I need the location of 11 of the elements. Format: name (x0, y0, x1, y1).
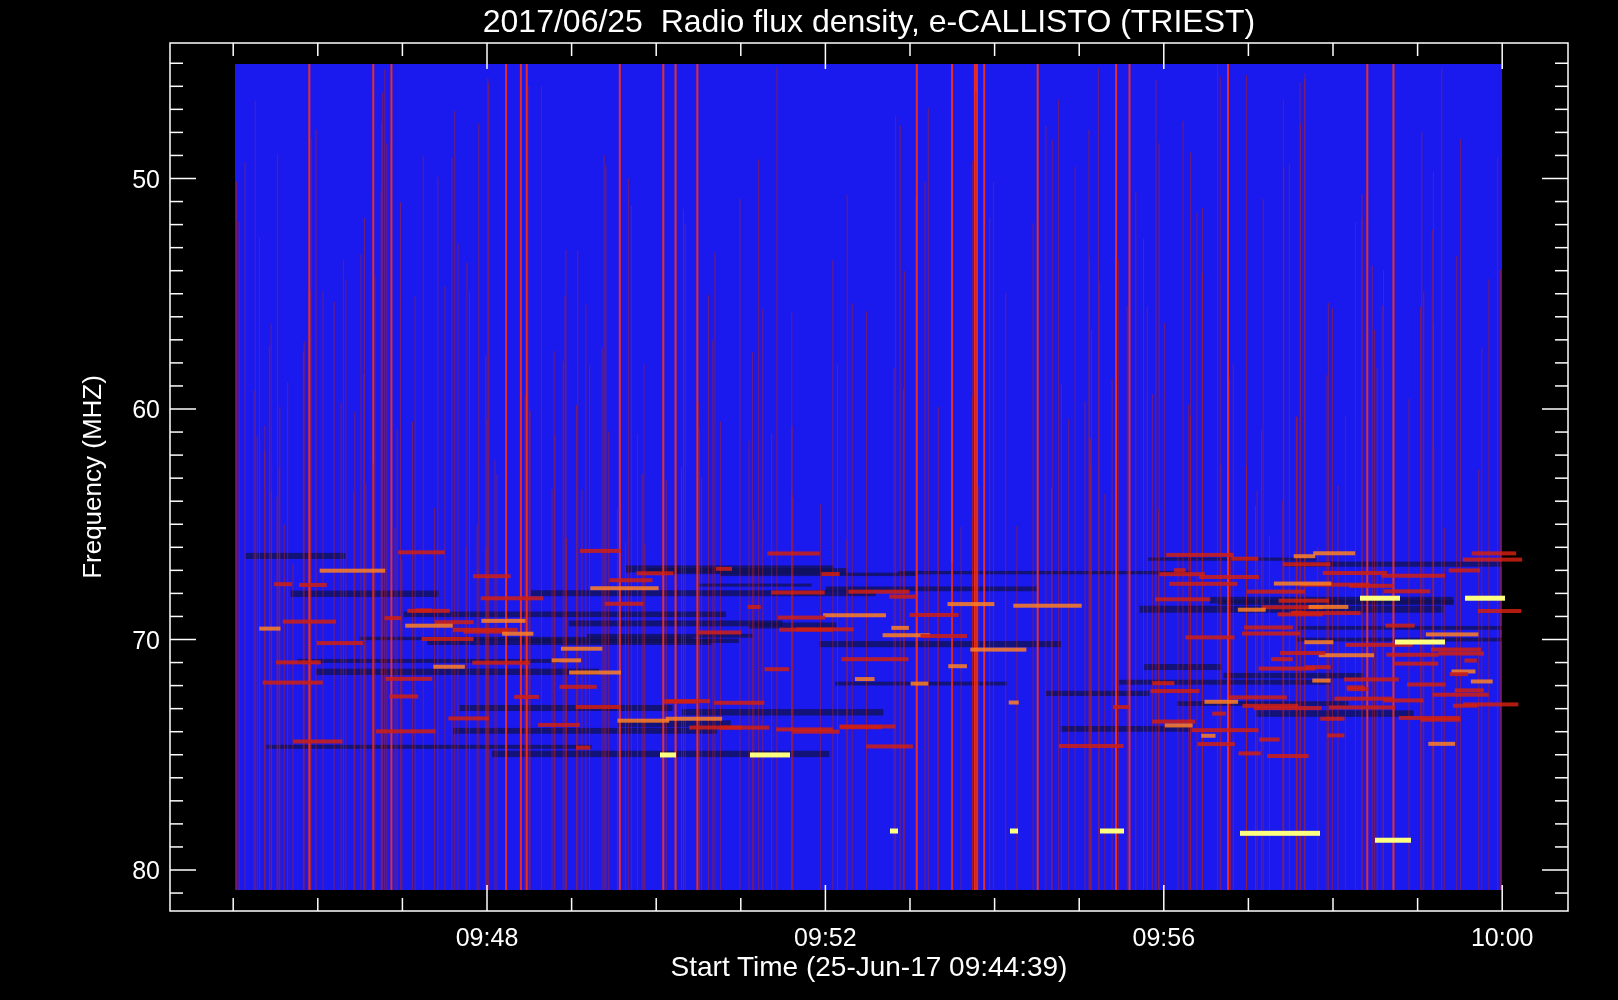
plot-title: 2017/06/25 Radio flux density, e-CALLISTO (TRIEST) (482, 3, 1256, 39)
x-tick-label: 09:48 (455, 923, 519, 951)
x-tick-label: 09:52 (794, 923, 857, 951)
x-axis-label: Start Time (25-Jun-17 09:44:39) (670, 951, 1068, 982)
y-axis-label: Frequency (MHZ) (77, 375, 107, 579)
y-tick-label: 80 (132, 856, 160, 884)
y-tick-label: 50 (132, 164, 160, 193)
y-tick-label: 70 (132, 625, 160, 654)
y-tick-label: 60 (132, 395, 160, 423)
x-tick-label: 09:56 (1132, 923, 1196, 951)
x-tick-label: 10:00 (1470, 923, 1534, 951)
